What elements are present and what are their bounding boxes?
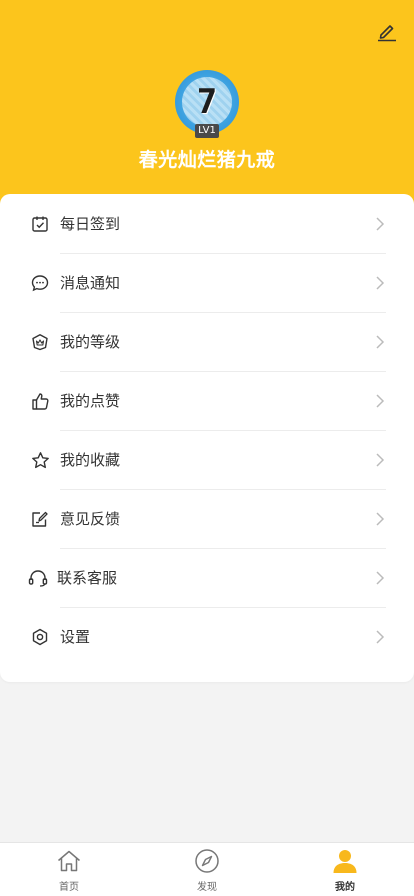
calendar-check-icon (30, 214, 50, 234)
tab-home[interactable]: 首页 (29, 843, 109, 896)
menu-item-settings[interactable]: 设置 (0, 607, 414, 666)
tab-discover[interactable]: 发现 (167, 843, 247, 896)
compass-icon (193, 847, 221, 875)
menu-label: 我的等级 (60, 333, 121, 351)
bottom-tab-bar: 首页 发现 我的 (0, 842, 414, 896)
tab-label: 我的 (335, 882, 355, 893)
crown-shield-icon (30, 332, 50, 352)
menu-label: 我的点赞 (60, 392, 121, 410)
menu-label: 设置 (60, 628, 91, 646)
menu-label: 联系客服 (57, 569, 118, 587)
menu-label: 每日签到 (60, 215, 121, 233)
feedback-edit-icon (30, 509, 50, 529)
chat-bubble-icon (30, 273, 50, 293)
menu-item-my-level[interactable]: 我的等级 (0, 312, 414, 371)
menu-item-my-likes[interactable]: 我的点赞 (0, 371, 414, 430)
menu-label: 我的收藏 (60, 451, 121, 469)
pencil-icon (378, 25, 396, 42)
chevron-right-icon (372, 569, 388, 587)
chevron-right-icon (372, 392, 388, 410)
menu-item-customer-service[interactable]: 联系客服 (0, 548, 414, 607)
gear-icon (30, 627, 50, 647)
menu-item-daily-checkin[interactable]: 每日签到 (0, 194, 414, 253)
menu-item-feedback[interactable]: 意见反馈 (0, 489, 414, 548)
tab-label: 发现 (197, 882, 217, 893)
chevron-right-icon (372, 215, 388, 233)
chevron-right-icon (372, 510, 388, 528)
avatar-text: 7 (196, 82, 218, 122)
chevron-right-icon (372, 628, 388, 646)
chevron-right-icon (372, 451, 388, 469)
thumbs-up-icon (30, 391, 50, 411)
username: 春光灿烂猪九戒 (138, 149, 276, 171)
headset-icon (28, 568, 48, 588)
menu-item-my-favorites[interactable]: 我的收藏 (0, 430, 414, 489)
menu-item-notifications[interactable]: 消息通知 (0, 253, 414, 312)
star-icon (30, 450, 50, 470)
menu-label: 意见反馈 (60, 510, 121, 528)
edit-profile-button[interactable] (374, 18, 400, 44)
chevron-right-icon (372, 333, 388, 351)
chevron-right-icon (372, 274, 388, 292)
tab-label: 首页 (59, 882, 79, 893)
person-icon (331, 847, 359, 875)
menu-card: 每日签到 消息通知 我的等级 我的点赞 我的收藏 意见反馈 联系客服 设置 (0, 194, 414, 682)
tab-mine[interactable]: 我的 (305, 843, 385, 896)
level-badge: LV1 (195, 124, 219, 138)
menu-label: 消息通知 (60, 274, 121, 292)
home-icon (55, 847, 83, 875)
